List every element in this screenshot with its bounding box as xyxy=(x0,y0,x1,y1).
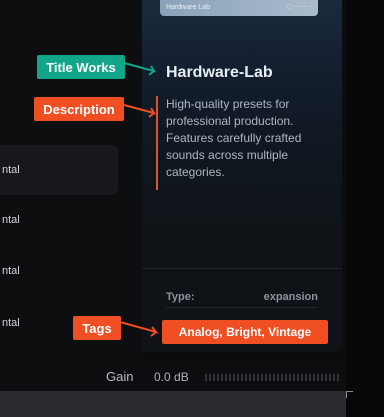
divider xyxy=(142,268,342,269)
type-label: Type: xyxy=(166,291,195,303)
thumbnail-title: Hardware Lab xyxy=(166,3,210,11)
list-item-label: ntal xyxy=(2,214,20,226)
bottom-strip xyxy=(0,391,346,417)
callout-description: Description xyxy=(34,97,124,121)
preset-thumbnail: Hardware Lab ◯ ─ ─ ─ ─ xyxy=(160,0,318,16)
gain-label: Gain xyxy=(106,369,134,384)
background-edge xyxy=(346,0,384,417)
preset-detail-card: Hardware Lab ◯ ─ ─ ─ ─ Hardware-Lab High… xyxy=(142,0,342,352)
thumbnail-meta: ◯ ─ ─ ─ ─ xyxy=(286,4,312,10)
type-divider xyxy=(166,307,318,308)
type-value: expansion xyxy=(263,291,318,303)
callout-title-arrow xyxy=(124,62,157,76)
gain-value[interactable]: 0.0 dB xyxy=(154,370,189,384)
gain-meter[interactable] xyxy=(205,374,340,381)
list-item[interactable]: ntal xyxy=(0,145,118,195)
callout-tags: Tags xyxy=(73,316,121,340)
tags-badge: Analog, Bright, Vintage xyxy=(162,320,328,344)
callout-tags-arrow xyxy=(120,321,159,337)
list-item[interactable]: ntal xyxy=(0,246,118,296)
list-item-label: ntal xyxy=(2,265,20,277)
list-item-label: ntal xyxy=(2,317,20,329)
callout-title: Title Works xyxy=(37,55,125,79)
list-item[interactable]: ntal xyxy=(0,195,118,245)
callout-description-arrow xyxy=(124,104,157,118)
preset-description: High-quality presets for professional pr… xyxy=(166,97,302,179)
resize-corner-icon[interactable] xyxy=(346,391,353,398)
list-item-label: ntal xyxy=(2,164,20,176)
preset-title: Hardware-Lab xyxy=(166,64,273,81)
